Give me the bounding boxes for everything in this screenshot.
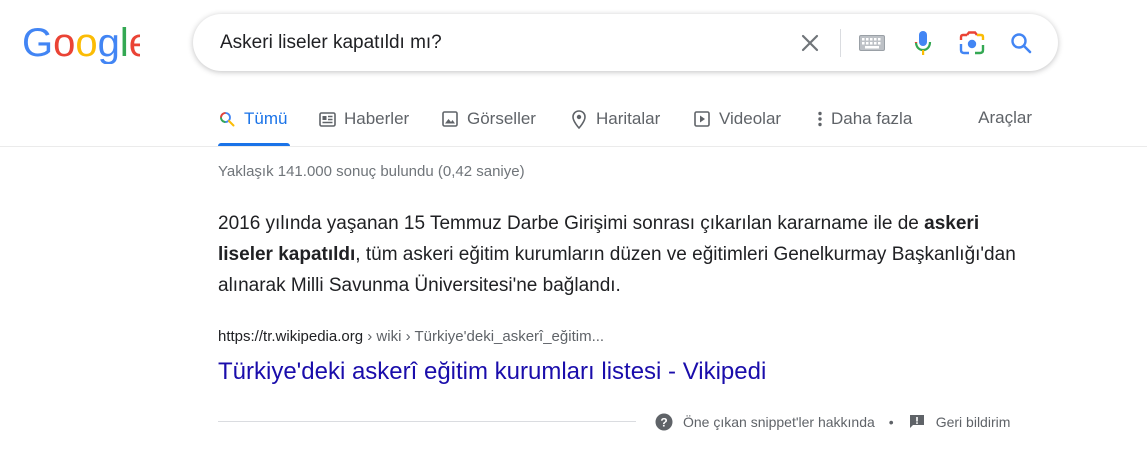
tab-more[interactable]: Daha fazla [815, 108, 912, 130]
result-title-link[interactable]: Türkiye'deki askerî eğitim kurumları lis… [218, 358, 766, 386]
feedback-link[interactable]: Geri bildirim [936, 414, 1011, 430]
tab-all[interactable]: Tümü [218, 108, 287, 130]
about-snippets-link[interactable]: Öne çıkan snippet'ler hakkında [683, 414, 875, 430]
tab-label: Haritalar [596, 109, 661, 128]
tab-news[interactable]: Haberler [318, 108, 409, 130]
tab-label: Haberler [344, 109, 410, 128]
tab-label: Görseller [467, 109, 536, 128]
search-icon [218, 110, 236, 128]
svg-text:Google: Google [22, 24, 140, 64]
play-icon [693, 110, 711, 128]
image-icon [441, 110, 459, 128]
search-tabs: Tümü Haberler Görseller Haritalar Videol… [0, 100, 1147, 147]
snippet-footer: ? Öne çıkan snippet'ler hakkında • Geri … [655, 411, 1010, 433]
result-path: › wiki › Türkiye'deki_askerî_eğitim... [363, 328, 605, 345]
google-logo[interactable]: Google [22, 24, 140, 64]
result-domain: https://tr.wikipedia.org [218, 328, 364, 345]
result-stats: Yaklaşık 141.000 sonuç bulundu (0,42 san… [218, 163, 525, 180]
svg-text:?: ? [660, 416, 667, 430]
tab-label: Daha fazla [831, 109, 913, 128]
search-divider [840, 29, 841, 57]
separator-dot: • [888, 414, 894, 430]
featured-snippet-text: 2016 yılında yaşanan 15 Temmuz Darbe Gir… [218, 208, 1033, 301]
search-submit-icon[interactable] [1006, 28, 1036, 58]
more-vert-icon [815, 110, 825, 128]
microphone-icon[interactable] [908, 28, 938, 58]
active-tab-indicator [218, 143, 290, 146]
tab-videos[interactable]: Videolar [693, 108, 781, 130]
result-url[interactable]: https://tr.wikipedia.org › wiki › Türkiy… [218, 328, 604, 345]
help-icon: ? [655, 413, 673, 431]
search-box [193, 14, 1058, 71]
tools-button[interactable]: Araçlar [978, 108, 1032, 128]
map-pin-icon [570, 109, 588, 129]
camera-lens-icon[interactable] [957, 28, 987, 58]
tab-label: Videolar [719, 109, 782, 128]
divider [218, 421, 636, 422]
news-icon [318, 110, 336, 128]
keyboard-icon[interactable] [857, 28, 887, 58]
clear-icon[interactable] [795, 28, 825, 58]
tab-images[interactable]: Görseller [441, 108, 536, 130]
tab-maps[interactable]: Haritalar [570, 108, 660, 130]
tab-label: Tümü [244, 109, 288, 128]
search-input[interactable] [220, 31, 780, 55]
feedback-icon [908, 413, 926, 431]
snippet-text: 2016 yılında yaşanan 15 Temmuz Darbe Gir… [218, 213, 925, 234]
